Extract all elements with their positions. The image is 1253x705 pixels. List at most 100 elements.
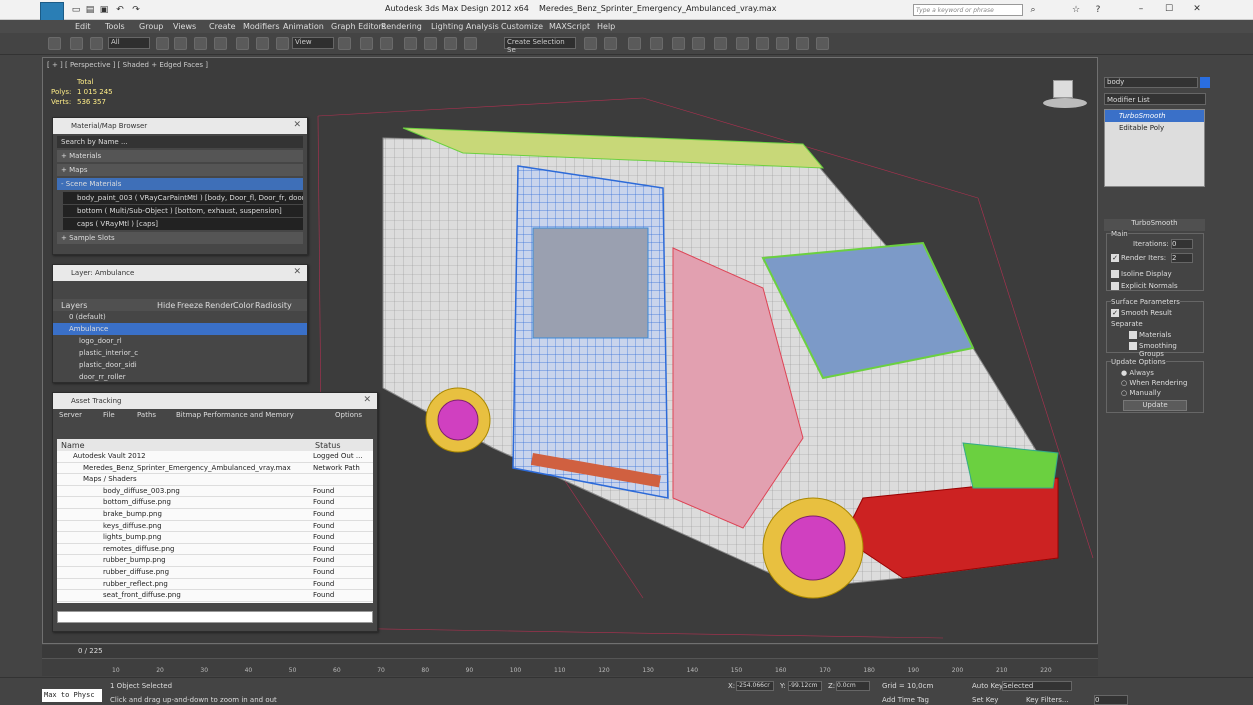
named-selection-dropdown[interactable]: Create Selection Se bbox=[504, 37, 576, 54]
keyboard-shortcut-icon[interactable] bbox=[380, 37, 393, 50]
explicit-normals-checkbox[interactable] bbox=[1111, 282, 1119, 290]
when-rendering-radio[interactable]: ○ When Rendering bbox=[1121, 379, 1187, 387]
select-manipulate-icon[interactable] bbox=[360, 37, 373, 50]
layer-row[interactable]: plastic_interior_c bbox=[53, 347, 307, 359]
stack-item-turbosmooth[interactable]: TurboSmooth bbox=[1105, 110, 1204, 122]
asset-row[interactable]: seat_front_diffuse.png Found bbox=[57, 590, 373, 602]
asset-row[interactable]: body_diffuse_003.png Found bbox=[57, 486, 373, 498]
asset-menu-2[interactable]: Paths bbox=[137, 411, 156, 419]
group-scene-materials[interactable]: - Scene Materials bbox=[57, 178, 303, 190]
layer-row[interactable]: logo_door_rl bbox=[53, 335, 307, 347]
asset-row[interactable]: bottom_diffuse.png Found bbox=[57, 497, 373, 509]
group-materials[interactable]: + Materials bbox=[57, 150, 303, 162]
viewcube-icon[interactable] bbox=[1043, 80, 1087, 110]
close-icon[interactable]: ✕ bbox=[363, 395, 371, 405]
undo-icon[interactable]: ↶ bbox=[114, 4, 126, 16]
layer-row[interactable]: plastic_door_sidi bbox=[53, 359, 307, 371]
x-coord-field[interactable]: -254.066cr bbox=[736, 681, 774, 691]
rotate-icon[interactable] bbox=[256, 37, 269, 50]
menu-graph-editors[interactable]: Graph Editors bbox=[331, 22, 386, 31]
set-key-button[interactable]: Set Key bbox=[972, 696, 998, 704]
new-file-icon[interactable]: ▭ bbox=[70, 4, 82, 16]
layer-col-radiosity[interactable]: Radiosity bbox=[255, 301, 292, 310]
render-frame-icon[interactable] bbox=[776, 37, 789, 50]
search-icon[interactable]: ⌕ bbox=[1027, 4, 1039, 16]
redo-icon[interactable]: ↷ bbox=[130, 4, 142, 16]
layer-col-freeze[interactable]: Freeze bbox=[177, 301, 203, 310]
star-icon[interactable]: ☆ bbox=[1070, 4, 1082, 16]
scale-icon[interactable] bbox=[276, 37, 289, 50]
search-box[interactable]: Type a keyword or phrase bbox=[913, 4, 1023, 16]
angle-snap-icon[interactable] bbox=[424, 37, 437, 50]
materials-checkbox[interactable] bbox=[1129, 331, 1137, 339]
asset-menu-4[interactable]: Options bbox=[335, 411, 362, 419]
asset-row[interactable]: remotes_diffuse.png Found bbox=[57, 544, 373, 556]
layer-row[interactable]: 0 (default) bbox=[53, 311, 307, 323]
material-item[interactable]: body_paint_003 ( VRayCarPaintMtl ) [body… bbox=[63, 192, 303, 204]
add-time-tag[interactable]: Add Time Tag bbox=[882, 696, 929, 704]
select-object-icon[interactable] bbox=[156, 37, 169, 50]
menu-help[interactable]: Help bbox=[597, 22, 615, 31]
percent-snap-icon[interactable] bbox=[444, 37, 457, 50]
graphite-icon[interactable] bbox=[672, 37, 685, 50]
close-icon[interactable]: ✕ bbox=[293, 120, 301, 130]
layer-manager-icon[interactable] bbox=[650, 37, 663, 50]
window-crossing-icon[interactable] bbox=[214, 37, 227, 50]
maximize-icon[interactable]: ☐ bbox=[1163, 3, 1175, 15]
render-iters-spinner[interactable]: 2 bbox=[1171, 253, 1193, 263]
edit-named-sets-icon[interactable] bbox=[584, 37, 597, 50]
group-maps[interactable]: + Maps bbox=[57, 164, 303, 176]
col-name[interactable]: Name bbox=[61, 441, 85, 450]
open-file-icon[interactable]: ▤ bbox=[84, 4, 96, 16]
object-color-swatch[interactable] bbox=[1200, 77, 1210, 88]
asset-row[interactable]: rubber_bump.png Found bbox=[57, 555, 373, 567]
align-icon[interactable] bbox=[628, 37, 641, 50]
y-coord-field[interactable]: -99.12cm bbox=[788, 681, 822, 691]
asset-row[interactable]: brake_bump.png Found bbox=[57, 509, 373, 521]
select-by-name-icon[interactable] bbox=[174, 37, 187, 50]
group-sample-slots[interactable]: + Sample Slots bbox=[57, 232, 303, 244]
modifier-list-dropdown[interactable]: Modifier List bbox=[1104, 93, 1206, 105]
menu-animation[interactable]: Animation bbox=[283, 22, 324, 31]
update-button[interactable]: Update bbox=[1123, 400, 1187, 411]
mirror-icon[interactable] bbox=[604, 37, 617, 50]
material-item[interactable]: bottom ( Multi/Sub-Object ) [bottom, exh… bbox=[63, 205, 303, 217]
maxscript-listener[interactable]: Max to Physc bbox=[42, 689, 102, 702]
asset-menu-0[interactable]: Server bbox=[59, 411, 82, 419]
stack-item-editable-poly[interactable]: Editable Poly bbox=[1105, 122, 1204, 134]
z-coord-field[interactable]: 0.0cm bbox=[836, 681, 870, 691]
smooth-result-checkbox[interactable]: ✓ bbox=[1111, 309, 1119, 317]
col-status[interactable]: Status bbox=[315, 441, 341, 450]
menu-edit[interactable]: Edit bbox=[75, 22, 91, 31]
select-link-icon[interactable] bbox=[48, 37, 61, 50]
render-icon[interactable] bbox=[796, 37, 809, 50]
render-setup-icon[interactable] bbox=[756, 37, 769, 50]
key-filters-button[interactable]: Key Filters... bbox=[1026, 696, 1069, 704]
menu-views[interactable]: Views bbox=[173, 22, 196, 31]
always-radio[interactable]: ● Always bbox=[1121, 369, 1154, 377]
menu-lighting-analysis[interactable]: Lighting Analysis bbox=[431, 22, 499, 31]
asset-row[interactable]: Maps / Shaders bbox=[57, 474, 373, 486]
menu-modifiers[interactable]: Modifiers bbox=[243, 22, 280, 31]
material-search-input[interactable]: Search by Name ... bbox=[57, 136, 303, 148]
smoothing-groups-checkbox[interactable] bbox=[1129, 342, 1137, 350]
spinner-snap-icon[interactable] bbox=[464, 37, 477, 50]
help-icon[interactable]: ? bbox=[1092, 4, 1104, 16]
asset-row[interactable]: lights_bump.png Found bbox=[57, 532, 373, 544]
menu-customize[interactable]: Customize bbox=[501, 22, 543, 31]
isoline-checkbox[interactable] bbox=[1111, 270, 1119, 278]
layer-col-layers[interactable]: Layers bbox=[61, 301, 87, 310]
viewport-label[interactable]: [ + ] [ Perspective ] [ Shaded + Edged F… bbox=[47, 61, 208, 69]
menu-create[interactable]: Create bbox=[209, 22, 236, 31]
auto-key-button[interactable]: Auto Key bbox=[972, 682, 1003, 690]
menu-group[interactable]: Group bbox=[139, 22, 163, 31]
rect-region-icon[interactable] bbox=[194, 37, 207, 50]
selection-filter-dropdown[interactable]: All bbox=[108, 37, 150, 49]
pivot-icon[interactable] bbox=[338, 37, 351, 50]
save-icon[interactable]: ▣ bbox=[98, 4, 110, 16]
asset-row[interactable]: Autodesk Vault 2012 Logged Out ... bbox=[57, 451, 373, 463]
bind-spacewarp-icon[interactable] bbox=[90, 37, 103, 50]
layer-col-render[interactable]: Render bbox=[205, 301, 233, 310]
track-bar[interactable]: 10 20 30 40 50 60 70 80 90 100 110 120 130 140 150 160 1… bbox=[42, 658, 1098, 676]
menu-rendering[interactable]: Rendering bbox=[381, 22, 422, 31]
